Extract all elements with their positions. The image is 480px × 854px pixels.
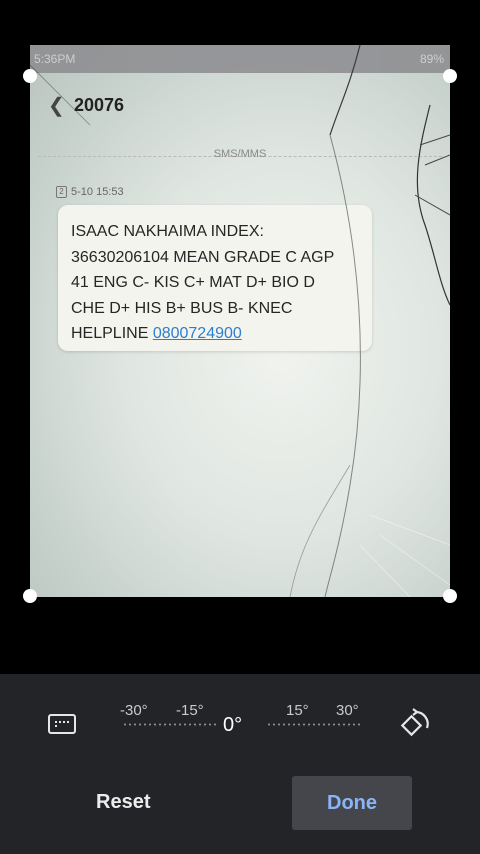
conversation-header: ❮ 20076 xyxy=(30,73,450,135)
current-angle: 0° xyxy=(223,714,243,736)
message-line: HELPLINE 0800724900 xyxy=(71,321,359,347)
angle-label-30: 30° xyxy=(336,702,359,719)
helpline-label: HELPLINE xyxy=(71,325,153,342)
message-line: ISAAC NAKHAIMA INDEX: xyxy=(71,223,264,240)
rotate-icon xyxy=(400,708,429,737)
angle-label-15: 15° xyxy=(286,702,309,719)
crop-handle-top-left[interactable] xyxy=(23,69,37,83)
dial-ticks-right xyxy=(268,723,360,726)
angle-label-minus-30: -30° xyxy=(120,702,148,719)
message-line: 36630206104 MEAN GRADE C AGP xyxy=(71,248,335,266)
contact-name: 20076 xyxy=(74,95,125,115)
message-bubble: ISAAC NAKHAIMA INDEX: 36630206104 MEAN G… xyxy=(58,205,372,351)
crop-handle-bottom-right[interactable] xyxy=(443,589,457,603)
rotate-button[interactable] xyxy=(398,706,434,742)
crop-handle-bottom-left[interactable] xyxy=(23,589,37,603)
editor-panel: -30° -15° 15° 30° 0° Reset Done xyxy=(0,674,480,854)
status-battery: 89% xyxy=(419,52,444,66)
message-line: CHE D+ HIS B+ BUS B- KNEC xyxy=(71,299,293,317)
aspect-ratio-icon xyxy=(48,714,76,734)
message-line: 41 ENG C- KIS C+ MAT D+ BIO D xyxy=(71,274,315,291)
reset-button[interactable]: Reset xyxy=(96,791,150,814)
helpline-number-link: 0800724900 xyxy=(152,325,242,342)
aspect-ratio-button[interactable] xyxy=(46,710,78,738)
sms-mms-label: SMS/MMS xyxy=(213,148,267,160)
photo-preview: 5:36PM 89% ❮ 20076 SMS/MMS 2 5-10 15:53 I… xyxy=(30,45,450,597)
status-bar: 5:36PM 89% xyxy=(30,45,450,73)
message-timestamp: 2 5-10 15:53 xyxy=(56,186,124,199)
sim-icon: 2 xyxy=(56,186,67,199)
chevron-left-icon: ❮ xyxy=(48,95,65,117)
dial-ticks-left xyxy=(124,723,216,726)
done-button[interactable]: Done xyxy=(292,776,412,830)
timestamp-text: 5-10 15:53 xyxy=(71,186,124,198)
status-time: 5:36PM xyxy=(34,52,76,66)
angle-label-minus-15: -15° xyxy=(176,702,204,719)
crop-handle-top-right[interactable] xyxy=(443,69,457,83)
